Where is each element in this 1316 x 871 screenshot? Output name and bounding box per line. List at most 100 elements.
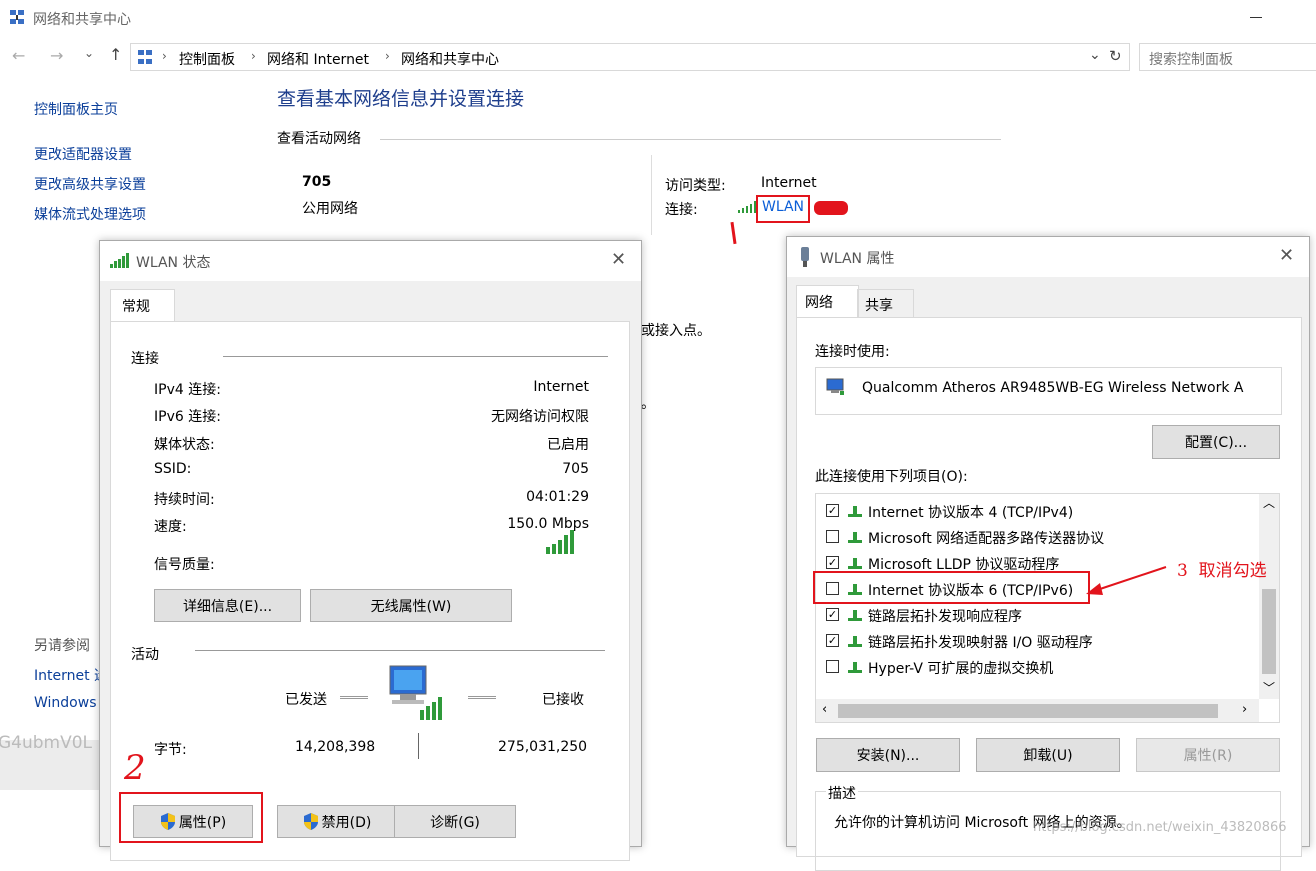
items-list: ✓ Internet 协议版本 4 (TCP/IPv4) Microsoft 网…: [815, 493, 1280, 723]
status-label: IPv6 连接:: [154, 409, 221, 425]
up-arrow-icon[interactable]: ↑: [109, 45, 122, 64]
checkbox[interactable]: [826, 530, 839, 543]
scroll-thumb[interactable]: [1262, 589, 1276, 674]
address-dropdown-icon[interactable]: ⌄: [1089, 47, 1101, 63]
configure-button[interactable]: 配置(C)...: [1152, 425, 1280, 459]
network-computer-icon: [389, 665, 442, 720]
partial-text: 。: [641, 396, 655, 412]
connection-section-title: 连接: [131, 351, 159, 367]
recent-chevron-icon[interactable]: ⌄: [84, 46, 94, 60]
sidebar-item-media[interactable]: 媒体流式处理选项: [34, 204, 146, 224]
network-name: 705: [302, 174, 332, 190]
checkbox[interactable]: ✓: [826, 634, 839, 647]
window-title: 网络和共享中心: [33, 12, 131, 28]
adapter-field: Qualcomm Atheros AR9485WB-EG Wireless Ne…: [815, 367, 1282, 415]
breadcrumb-item[interactable]: 网络和共享中心: [401, 49, 499, 69]
checkbox[interactable]: ✓: [826, 556, 839, 569]
scroll-left-icon[interactable]: ‹: [822, 702, 827, 717]
scroll-down-icon[interactable]: ﹀: [1263, 679, 1275, 696]
divider: [340, 696, 368, 699]
sidebar-item-sharing[interactable]: 更改高级共享设置: [34, 174, 146, 194]
tab-sharing[interactable]: 共享: [857, 289, 914, 317]
breadcrumb-item[interactable]: 网络和 Internet: [267, 49, 369, 69]
annotation-arrow: [1086, 566, 1167, 595]
watermark: https://blog.csdn.net/weixin_43820866: [1033, 820, 1287, 835]
list-item[interactable]: ✓ 链路层拓扑发现响应程序: [816, 602, 1256, 628]
redaction-scribble: [814, 201, 848, 215]
adapter-name: Qualcomm Atheros AR9485WB-EG Wireless Ne…: [862, 380, 1244, 396]
list-item-label: Hyper-V 可扩展的虚拟交换机: [868, 661, 1054, 677]
breadcrumb-sep-icon: ›: [251, 49, 256, 63]
sidebar-item-home[interactable]: 控制面板主页: [34, 99, 118, 119]
address-bar[interactable]: › 控制面板 › 网络和 Internet › 网络和共享中心 ⌄ ↻: [130, 43, 1130, 71]
wifi-signal-icon: [738, 201, 756, 213]
tab-network[interactable]: 网络: [796, 285, 859, 318]
status-label: 媒体状态:: [154, 437, 215, 453]
access-type-value: Internet: [761, 175, 817, 191]
see-also-internet[interactable]: Internet 选: [34, 665, 108, 685]
back-arrow-icon[interactable]: ←: [12, 46, 25, 65]
description-title: 描述: [826, 783, 858, 803]
signal-quality-label: 信号质量:: [154, 557, 215, 573]
item-properties-button: 属性(R): [1136, 738, 1280, 772]
search-input[interactable]: 搜索控制面板: [1139, 43, 1316, 71]
network-center-icon: [10, 10, 24, 24]
divider: [380, 139, 1001, 140]
protocol-icon: [848, 506, 862, 517]
protocol-icon: [848, 558, 862, 569]
status-value: 已启用: [547, 437, 589, 453]
vertical-scrollbar[interactable]: ︿ ﹀: [1259, 494, 1279, 699]
sidebar-item-adapter[interactable]: 更改适配器设置: [34, 144, 132, 164]
checkbox[interactable]: ✓: [826, 608, 839, 621]
diagnose-button[interactable]: 诊断(G): [394, 805, 516, 838]
close-icon[interactable]: ✕: [1279, 245, 1294, 266]
bytes-sent-value: 14,208,398: [295, 739, 376, 755]
annotation-mark-1: [730, 221, 737, 245]
list-item[interactable]: ✓ 链路层拓扑发现映射器 I/O 驱动程序: [816, 628, 1256, 654]
wireless-properties-button[interactable]: 无线属性(W): [310, 589, 512, 622]
status-label: 速度:: [154, 519, 187, 535]
divider: [651, 155, 652, 235]
nav-bar: ← → ⌄ ↑ › 控制面板 › 网络和 Internet › 网络和共享中心 …: [0, 42, 1316, 72]
connect-using-label: 连接时使用:: [815, 344, 890, 360]
minimize-icon[interactable]: [1250, 17, 1262, 18]
refresh-icon[interactable]: ↻: [1109, 47, 1122, 65]
breadcrumb-item[interactable]: 控制面板: [179, 49, 235, 69]
network-type: 公用网络: [302, 201, 358, 217]
shield-icon: [303, 813, 318, 830]
annotation-box-wlan: [756, 195, 810, 223]
see-also-windows[interactable]: Windows: [34, 695, 97, 711]
checkbox[interactable]: ✓: [826, 504, 839, 517]
divider: [195, 650, 605, 651]
sent-label: 已发送: [285, 692, 327, 708]
disable-button[interactable]: 禁用(D): [277, 805, 397, 838]
status-value: 无网络访问权限: [491, 409, 589, 425]
protocol-icon: [848, 662, 862, 673]
status-value: 705: [562, 461, 589, 477]
scroll-right-icon[interactable]: ›: [1242, 702, 1247, 717]
access-type-label: 访问类型:: [665, 178, 726, 194]
close-icon[interactable]: ✕: [611, 249, 626, 270]
details-button[interactable]: 详细信息(E)...: [154, 589, 301, 622]
forward-arrow-icon[interactable]: →: [50, 46, 63, 65]
list-item-label: 链路层拓扑发现响应程序: [868, 609, 1022, 625]
list-item[interactable]: Microsoft 网络适配器多路传送器协议: [816, 524, 1256, 550]
received-label: 已接收: [542, 692, 584, 708]
uninstall-button[interactable]: 卸载(U): [976, 738, 1120, 772]
protocol-icon: [848, 636, 862, 647]
install-button[interactable]: 安装(N)...: [816, 738, 960, 772]
scroll-thumb[interactable]: [838, 704, 1218, 718]
divider: [468, 696, 496, 699]
scroll-up-icon[interactable]: ︿: [1263, 494, 1275, 511]
status-value: Internet: [533, 379, 589, 395]
horizontal-scrollbar[interactable]: ‹ ›: [816, 699, 1259, 722]
tab-general[interactable]: 常规: [110, 289, 175, 322]
checkbox[interactable]: [826, 660, 839, 673]
list-item[interactable]: ✓ Internet 协议版本 4 (TCP/IPv4): [816, 498, 1256, 524]
search-placeholder: 搜索控制面板: [1149, 52, 1233, 68]
annotation-box-properties: [119, 792, 263, 843]
divider: [418, 733, 419, 759]
wifi-signal-icon: [110, 253, 129, 268]
list-item[interactable]: Hyper-V 可扩展的虚拟交换机: [816, 654, 1256, 680]
protocol-icon: [848, 532, 862, 543]
